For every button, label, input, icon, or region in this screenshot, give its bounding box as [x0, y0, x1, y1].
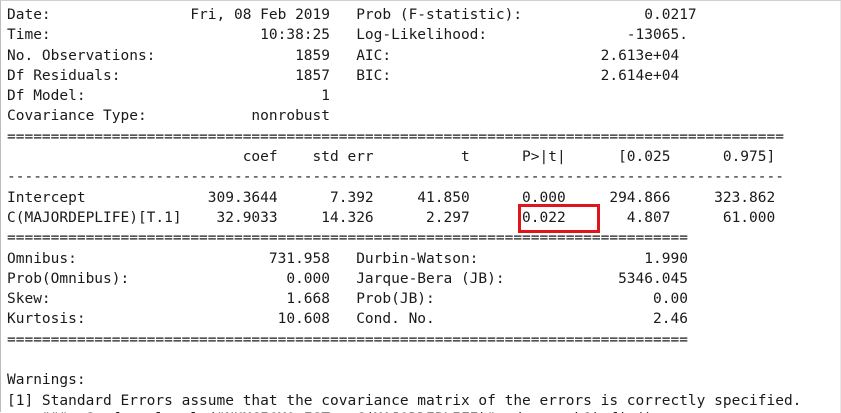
diag-row-kurtosis: Kurtosis: 10.608 Cond. No. 2.46: [7, 311, 688, 328]
summary-line-df-residuals: Df Residuals: 1857 BIC: 2.614e+04: [7, 67, 680, 84]
coef-row-majordeplife: C(MAJORDEPLIFE)[T.1] 32.9033 14.326 2.29…: [7, 209, 776, 226]
clipped-next-line: """ Sm.formula.ols("NUMCIGMO_EST ~ C(MAJ…: [7, 409, 653, 413]
summary-line-covariance: Covariance Type: nonrobust: [7, 108, 331, 125]
warning-line-1: [1] Standard Errors assume that the cova…: [7, 392, 802, 409]
diag-row-prob-omnibus: Prob(Omnibus): 0.000 Jarque-Bera (JB): 5…: [7, 270, 688, 287]
separator-double: ========================================…: [7, 128, 784, 145]
warnings-heading: Warnings:: [7, 372, 86, 389]
separator-double: ========================================…: [7, 331, 688, 348]
diag-row-skew: Skew: 1.668 Prob(JB): 0.00: [7, 291, 688, 308]
summary-line-df-model: Df Model: 1: [7, 88, 331, 105]
coef-row-intercept: Intercept 309.3644 7.392 41.850 0.000 29…: [7, 189, 776, 206]
p-value-highlight-box: [518, 204, 600, 233]
coef-table-header: coef std err t P>|t| [0.025 0.975]: [7, 149, 776, 166]
ols-regression-summary: Date: Fri, 08 Feb 2019 Prob (F-statistic…: [7, 5, 801, 411]
separator-dashed: ----------------------------------------…: [7, 169, 784, 186]
diag-row-omnibus: Omnibus: 731.958 Durbin-Watson: 1.990: [7, 250, 688, 267]
summary-line-observations: No. Observations: 1859 AIC: 2.613e+04: [7, 47, 680, 64]
output-panel: Date: Fri, 08 Feb 2019 Prob (F-statistic…: [0, 0, 841, 413]
summary-line-date: Date: Fri, 08 Feb 2019 Prob (F-statistic…: [7, 7, 697, 23]
summary-line-time: Time: 10:38:25 Log-Likelihood: -13065.: [7, 27, 688, 44]
separator-double: ========================================…: [7, 230, 688, 247]
